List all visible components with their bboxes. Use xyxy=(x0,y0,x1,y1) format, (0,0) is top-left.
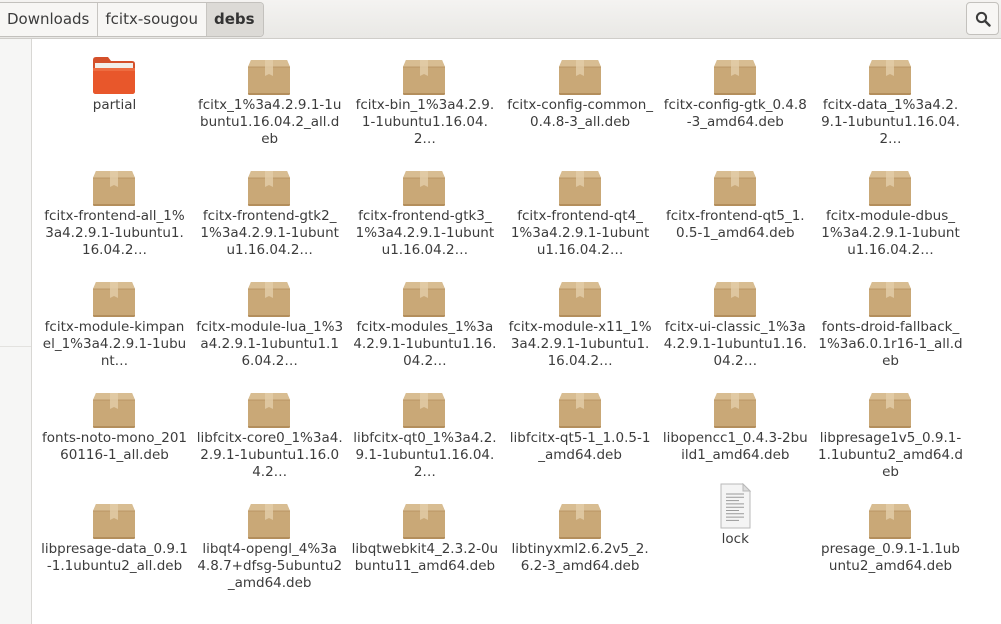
package-icon xyxy=(712,165,758,207)
package-icon xyxy=(91,165,137,207)
package-icon xyxy=(557,54,603,96)
file-name-label: fcitx-frontend-all_1%3a4.2.9.1-1ubuntu1.… xyxy=(44,208,185,258)
package-icon xyxy=(91,498,137,540)
search-button[interactable] xyxy=(966,2,999,35)
package-icon xyxy=(867,165,913,207)
file-name-label: partial xyxy=(92,97,137,113)
package-icon xyxy=(557,498,603,540)
package-icon xyxy=(712,387,758,429)
package-icon xyxy=(401,387,447,429)
file-name-label: fcitx-frontend-qt4_1%3a4.2.9.1-1ubuntu1.… xyxy=(510,208,650,258)
file-name-label: fcitx-module-kimpanel_1%3a4.2.9.1-1ubunt… xyxy=(42,319,187,369)
file-item[interactable]: fcitx-module-lua_1%3a4.2.9.1-1ubuntu1.16… xyxy=(192,274,347,382)
file-name-label: libpresage-data_0.9.1-1.1ubuntu2_all.deb xyxy=(41,541,188,574)
package-icon xyxy=(712,54,758,96)
file-item[interactable]: presage_0.9.1-1.1ubuntu2_amd64.deb xyxy=(813,496,968,604)
file-item[interactable]: fcitx-config-gtk_0.4.8-3_amd64.deb xyxy=(658,52,813,160)
file-name-label: fcitx_1%3a4.2.9.1-1ubuntu1.16.04.2_all.d… xyxy=(197,97,342,147)
file-item[interactable]: libopencc1_0.4.3-2build1_amd64.deb xyxy=(658,385,813,493)
file-name-label: fcitx-module-x11_1%3a4.2.9.1-1ubuntu1.16… xyxy=(508,319,652,369)
package-icon xyxy=(246,165,292,207)
file-item[interactable]: fcitx-module-kimpanel_1%3a4.2.9.1-1ubunt… xyxy=(37,274,192,382)
package-icon xyxy=(867,498,913,540)
file-name-label: lock xyxy=(721,531,749,547)
file-name-label: libopencc1_0.4.3-2build1_amd64.deb xyxy=(662,430,808,463)
package-icon xyxy=(867,54,913,96)
package-icon xyxy=(91,387,137,429)
file-name-label: fcitx-config-common_0.4.8-3_all.deb xyxy=(507,97,653,130)
sidebar-divider xyxy=(0,346,31,347)
file-item[interactable]: fcitx-module-dbus_1%3a4.2.9.1-1ubuntu1.1… xyxy=(813,163,968,271)
breadcrumb-item-debs[interactable]: debs xyxy=(206,3,263,36)
file-name-label: libtinyxml2.6.2v5_2.6.2-3_amd64.deb xyxy=(511,541,649,574)
file-name-label: fcitx-bin_1%3a4.2.9.1-1ubuntu1.16.04.2… xyxy=(355,97,495,147)
file-item[interactable]: fcitx_1%3a4.2.9.1-1ubuntu1.16.04.2_all.d… xyxy=(192,52,347,160)
file-name-label: fcitx-module-dbus_1%3a4.2.9.1-1ubuntu1.1… xyxy=(821,208,960,258)
file-name-label: libpresage1v5_0.9.1-1.1ubuntu2_amd64.deb xyxy=(818,430,963,480)
file-item[interactable]: fcitx-frontend-qt5_1.0.5-1_amd64.deb xyxy=(658,163,813,271)
file-item[interactable]: fonts-droid-fallback_1%3a6.0.1r16-1_all.… xyxy=(813,274,968,382)
file-name-label: fcitx-data_1%3a4.2.9.1-1ubuntu1.16.04.2… xyxy=(821,97,960,147)
breadcrumb-item-fcitx-sougou[interactable]: fcitx-sougou xyxy=(98,3,207,36)
package-icon xyxy=(401,54,447,96)
package-icon xyxy=(557,165,603,207)
file-item[interactable]: fcitx-data_1%3a4.2.9.1-1ubuntu1.16.04.2… xyxy=(813,52,968,160)
file-item[interactable]: lock xyxy=(658,482,813,604)
text-file-icon xyxy=(712,482,758,529)
package-icon xyxy=(246,387,292,429)
file-item[interactable]: libfcitx-qt5-1_1.0.5-1_amd64.deb xyxy=(503,385,658,493)
package-icon xyxy=(246,54,292,96)
file-name-label: fonts-noto-mono_20160116-1_all.deb xyxy=(42,430,187,463)
file-name-label: fcitx-config-gtk_0.4.8-3_amd64.deb xyxy=(663,97,807,130)
file-name-label: fcitx-modules_1%3a4.2.9.1-1ubuntu1.16.04… xyxy=(353,319,497,369)
file-item[interactable]: fcitx-frontend-gtk3_1%3a4.2.9.1-1ubuntu1… xyxy=(347,163,502,271)
folder-item[interactable]: partial xyxy=(37,52,192,160)
search-icon xyxy=(975,11,991,27)
breadcrumb: Downloads fcitx-sougou debs xyxy=(0,2,264,37)
breadcrumb-item-downloads[interactable]: Downloads xyxy=(0,3,99,36)
file-item[interactable]: libqt4-opengl_4%3a4.8.7+dfsg-5ubuntu2_am… xyxy=(192,496,347,604)
path-bar: Downloads fcitx-sougou debs xyxy=(0,0,1001,39)
package-icon xyxy=(246,276,292,318)
file-name-label: fcitx-frontend-qt5_1.0.5-1_amd64.deb xyxy=(666,208,805,241)
file-item[interactable]: fcitx-frontend-qt4_1%3a4.2.9.1-1ubuntu1.… xyxy=(503,163,658,271)
file-item[interactable]: libtinyxml2.6.2v5_2.6.2-3_amd64.deb xyxy=(503,496,658,604)
file-item[interactable]: libpresage-data_0.9.1-1.1ubuntu2_all.deb xyxy=(37,496,192,604)
file-item[interactable]: libpresage1v5_0.9.1-1.1ubuntu2_amd64.deb xyxy=(813,385,968,493)
package-icon xyxy=(91,276,137,318)
folder-icon xyxy=(91,54,137,96)
file-name-label: libfcitx-core0_1%3a4.2.9.1-1ubuntu1.16.0… xyxy=(196,430,343,480)
file-name-label: fcitx-module-lua_1%3a4.2.9.1-1ubuntu1.16… xyxy=(196,319,344,369)
package-icon xyxy=(401,498,447,540)
file-item[interactable]: fcitx-modules_1%3a4.2.9.1-1ubuntu1.16.04… xyxy=(347,274,502,382)
package-icon xyxy=(867,387,913,429)
file-item[interactable]: libqtwebkit4_2.3.2-0ubuntu11_amd64.deb xyxy=(347,496,502,604)
file-name-label: fcitx-ui-classic_1%3a4.2.9.1-1ubuntu1.16… xyxy=(663,319,807,369)
file-name-label: presage_0.9.1-1.1ubuntu2_amd64.deb xyxy=(821,541,960,574)
file-name-label: fcitx-frontend-gtk3_1%3a4.2.9.1-1ubuntu1… xyxy=(355,208,495,258)
file-item[interactable]: fonts-noto-mono_20160116-1_all.deb xyxy=(37,385,192,493)
package-icon xyxy=(712,276,758,318)
package-icon xyxy=(557,387,603,429)
package-icon xyxy=(401,276,447,318)
file-name-label: libqt4-opengl_4%3a4.8.7+dfsg-5ubuntu2_am… xyxy=(197,541,343,591)
file-item[interactable]: fcitx-frontend-all_1%3a4.2.9.1-1ubuntu1.… xyxy=(37,163,192,271)
file-item[interactable]: fcitx-module-x11_1%3a4.2.9.1-1ubuntu1.16… xyxy=(503,274,658,382)
file-name-label: libfcitx-qt5-1_1.0.5-1_amd64.deb xyxy=(509,430,651,463)
package-icon xyxy=(401,165,447,207)
file-item[interactable]: libfcitx-qt0_1%3a4.2.9.1-1ubuntu1.16.04.… xyxy=(347,385,502,493)
package-icon xyxy=(246,498,292,540)
package-icon xyxy=(557,276,603,318)
file-item[interactable]: fcitx-config-common_0.4.8-3_all.deb xyxy=(503,52,658,160)
sidebar xyxy=(0,39,32,624)
file-item[interactable]: fcitx-bin_1%3a4.2.9.1-1ubuntu1.16.04.2… xyxy=(347,52,502,160)
file-name-label: libfcitx-qt0_1%3a4.2.9.1-1ubuntu1.16.04.… xyxy=(353,430,497,480)
file-name-label: fcitx-frontend-gtk2_1%3a4.2.9.1-1ubuntu1… xyxy=(200,208,339,258)
file-item[interactable]: fcitx-frontend-gtk2_1%3a4.2.9.1-1ubuntu1… xyxy=(192,163,347,271)
file-item[interactable]: libfcitx-core0_1%3a4.2.9.1-1ubuntu1.16.0… xyxy=(192,385,347,493)
package-icon xyxy=(867,276,913,318)
file-name-label: fonts-droid-fallback_1%3a6.0.1r16-1_all.… xyxy=(818,319,963,369)
file-name-label: libqtwebkit4_2.3.2-0ubuntu11_amd64.deb xyxy=(351,541,499,574)
file-item[interactable]: fcitx-ui-classic_1%3a4.2.9.1-1ubuntu1.16… xyxy=(658,274,813,382)
